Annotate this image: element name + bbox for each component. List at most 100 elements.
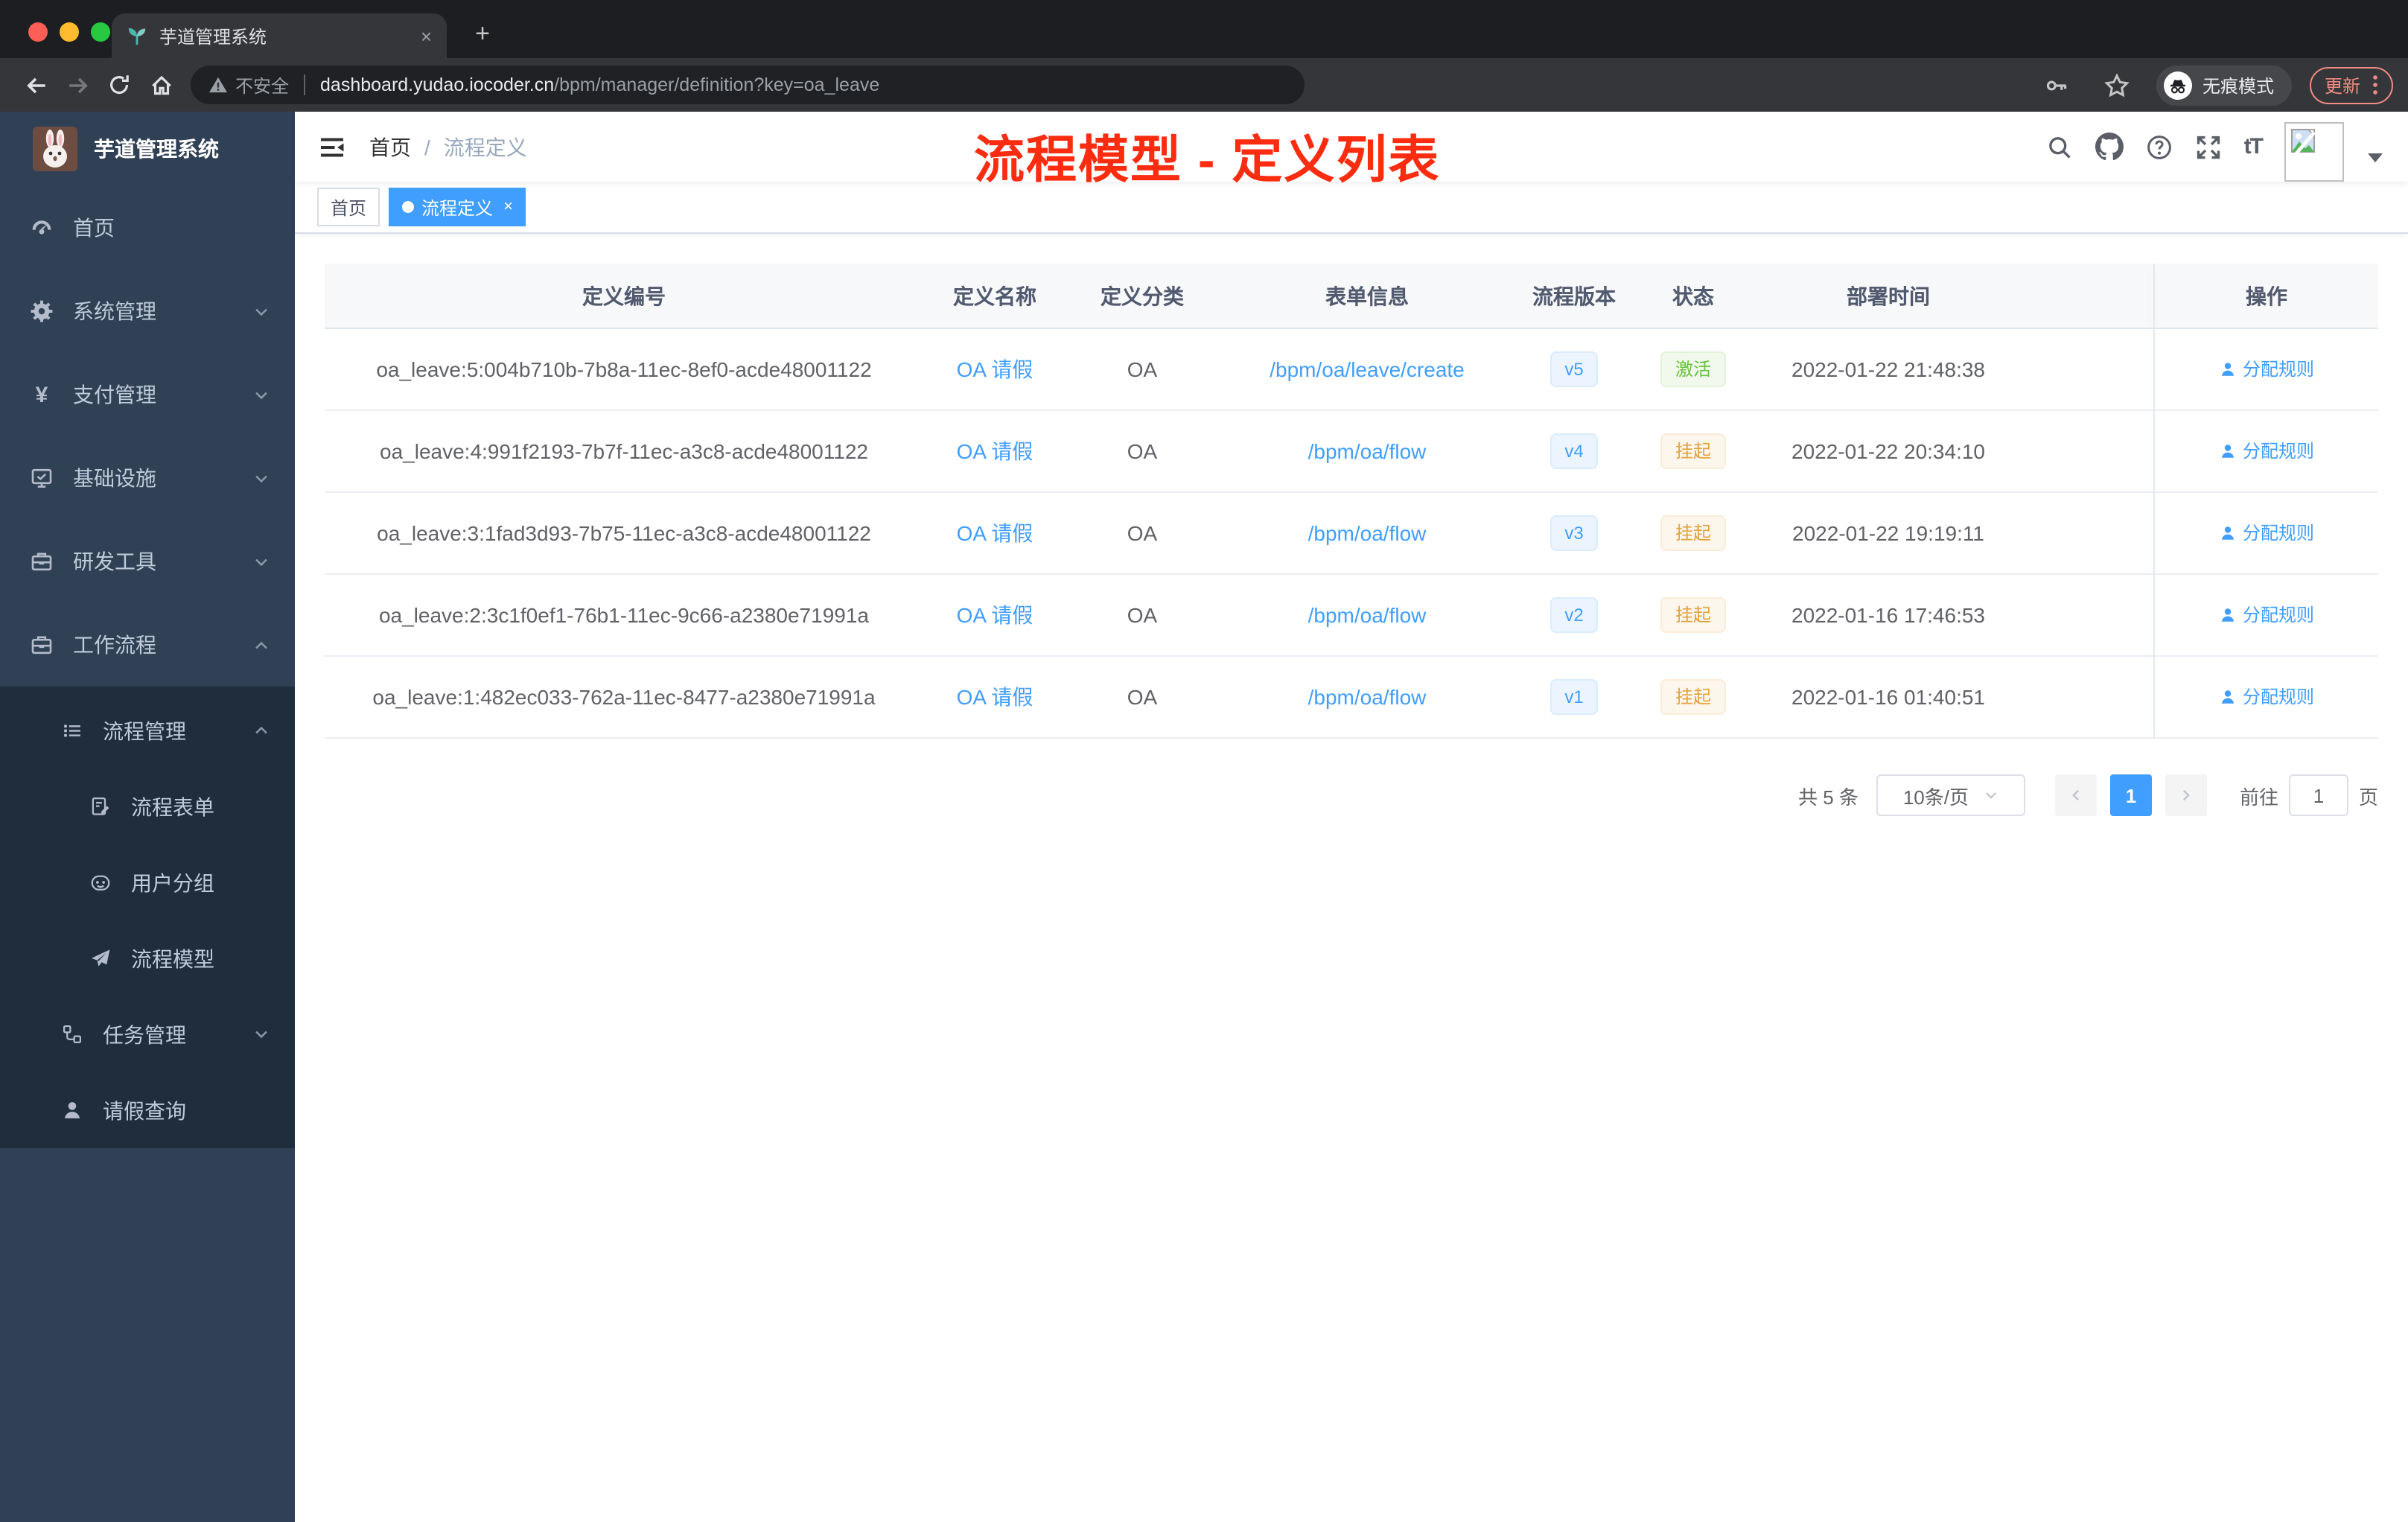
sidebar-item-system[interactable]: 系统管理 — [0, 270, 295, 353]
list-icon — [60, 719, 83, 742]
sidebar-item-workflow[interactable]: 工作流程 — [0, 603, 295, 687]
sidebar-item-task-management[interactable]: 任务管理 — [0, 996, 295, 1072]
forward-icon[interactable] — [57, 64, 98, 106]
broken-image-icon — [2291, 128, 2316, 154]
definition-name-link[interactable]: OA 请假 — [957, 521, 1033, 545]
definition-name-link[interactable]: OA 请假 — [957, 439, 1033, 463]
gear-icon — [30, 299, 54, 323]
sidebar-item-process-form[interactable]: 流程表单 — [0, 768, 295, 844]
form-icon — [88, 795, 112, 818]
page-1-button[interactable]: 1 — [2109, 774, 2152, 816]
search-icon[interactable] — [2046, 133, 2073, 160]
goto-label: 前往 — [2239, 786, 2278, 808]
form-link[interactable]: /bpm/oa/flow — [1308, 521, 1427, 545]
chevron-down-icon[interactable] — [2366, 151, 2384, 163]
version-tag: v2 — [1549, 597, 1599, 633]
version-tag: v1 — [1549, 679, 1599, 715]
definition-name-link[interactable]: OA 请假 — [957, 685, 1033, 709]
form-link[interactable]: /bpm/oa/flow — [1308, 685, 1427, 709]
reload-icon[interactable] — [98, 64, 140, 106]
sidebar-item-leave-query[interactable]: 请假查询 — [0, 1072, 295, 1148]
chevron-up-icon — [253, 637, 270, 653]
page-content: 定义编号 定义名称 定义分类 表单信息 流程版本 状态 部署时间 操作 oa_l… — [295, 234, 2408, 846]
deploy-time: 2022-01-16 01:40:51 — [1791, 685, 1985, 709]
tag-process-definition[interactable]: 流程定义 × — [389, 188, 526, 226]
next-page-button[interactable] — [2165, 774, 2207, 816]
main-area: 流程模型 - 定义列表 首页 / 流程定义 tT 首页 流程定义 × 定义编号 … — [295, 112, 2408, 1522]
sidebar-item-user-groups[interactable]: 用户分组 — [0, 844, 295, 920]
page-size-select[interactable]: 10条/页 — [1876, 774, 2025, 816]
url-host: dashboard.yudao.iocoder.cn — [320, 74, 555, 95]
sidebar-item-dev-tools[interactable]: 研发工具 — [0, 520, 295, 603]
col-header: 操作 — [2246, 284, 2287, 308]
traffic-lights — [28, 22, 110, 42]
sidebar-item-home[interactable]: 首页 — [0, 186, 295, 270]
annotation-title: 流程模型 - 定义列表 — [974, 133, 1441, 189]
github-icon[interactable] — [2095, 133, 2124, 161]
breadcrumb-separator: / — [424, 135, 430, 159]
assign-rule-link[interactable]: 分配规则 — [2219, 357, 2314, 382]
assign-rule-link[interactable]: 分配规则 — [2219, 602, 2314, 628]
sidebar-item-label: 流程表单 — [131, 795, 214, 818]
assign-rule-link[interactable]: 分配规则 — [2219, 520, 2314, 546]
definition-name-link[interactable]: OA 请假 — [957, 603, 1033, 627]
sidebar-item-payment[interactable]: ¥ 支付管理 — [0, 353, 295, 436]
bookmark-star-icon[interactable] — [2097, 64, 2138, 106]
tag-home[interactable]: 首页 — [317, 188, 380, 226]
sidebar-item-infrastructure[interactable]: 基础设施 — [0, 436, 295, 520]
chevron-up-icon — [253, 722, 270, 739]
app-logo-avatar — [33, 127, 77, 171]
col-header: 定义编号 — [582, 284, 666, 308]
password-key-icon[interactable] — [2037, 64, 2079, 106]
sidebar-item-label: 系统管理 — [73, 299, 156, 323]
tab-close-icon[interactable]: × — [421, 25, 432, 47]
font-size-icon[interactable]: tT — [2244, 134, 2264, 159]
kebab-menu-icon — [2373, 75, 2377, 95]
browser-toolbar: 不安全 dashboard.yudao.iocoder.cn/bpm/manag… — [0, 58, 2408, 112]
security-status[interactable]: 不安全 — [208, 72, 289, 98]
avatar[interactable] — [2284, 121, 2344, 181]
app-logo-row[interactable]: 芋道管理系统 — [0, 112, 295, 186]
close-window-button[interactable] — [28, 22, 48, 42]
home-icon[interactable] — [140, 64, 182, 106]
col-header: 定义名称 — [953, 284, 1036, 308]
tag-label: 首页 — [331, 197, 367, 218]
sidebar-item-process-model[interactable]: 流程模型 — [0, 920, 295, 996]
tag-close-icon[interactable]: × — [503, 198, 513, 216]
hamburger-icon[interactable] — [307, 121, 357, 172]
sidebar-item-process-management[interactable]: 流程管理 — [0, 692, 295, 768]
col-header: 状态 — [1672, 284, 1714, 308]
minimize-window-button[interactable] — [60, 22, 79, 42]
assign-rule-link[interactable]: 分配规则 — [2219, 684, 2314, 710]
definition-category: OA — [1127, 685, 1158, 709]
definition-category: OA — [1127, 603, 1158, 627]
form-link[interactable]: /bpm/oa/flow — [1308, 439, 1427, 463]
prev-page-button[interactable] — [2054, 774, 2097, 816]
page-size-value: 10条/页 — [1902, 786, 1969, 808]
sidebar: 芋道管理系统 首页 系统管理 ¥ 支付管理 基础设施 研发工具 工作流程 流程管… — [0, 112, 295, 1522]
definition-name-link[interactable]: OA 请假 — [957, 357, 1033, 381]
address-bar[interactable]: 不安全 dashboard.yudao.iocoder.cn/bpm/manag… — [191, 66, 1305, 104]
tag-label: 流程定义 — [421, 197, 494, 218]
zoom-window-button[interactable] — [91, 22, 110, 42]
form-link[interactable]: /bpm/oa/flow — [1308, 603, 1427, 627]
breadcrumb-home-link[interactable]: 首页 — [369, 132, 411, 162]
divider — [304, 74, 306, 95]
url-path: /bpm/manager/definition?key=oa_leave — [554, 74, 880, 95]
status-badge: 挂起 — [1660, 515, 1726, 551]
form-link[interactable]: /bpm/oa/leave/create — [1270, 357, 1465, 381]
definition-table: 定义编号 定义名称 定义分类 表单信息 流程版本 状态 部署时间 操作 oa_l… — [325, 264, 2378, 739]
new-tab-button[interactable]: + — [465, 16, 500, 52]
fullscreen-icon[interactable] — [2195, 133, 2222, 160]
assign-rule-link[interactable]: 分配规则 — [2219, 439, 2314, 464]
table-header-row: 定义编号 定义名称 定义分类 表单信息 流程版本 状态 部署时间 操作 — [325, 264, 2378, 329]
help-icon[interactable] — [2146, 133, 2173, 160]
browser-tab[interactable]: 芋道管理系统 × — [112, 13, 447, 58]
chevron-down-icon — [1985, 792, 1997, 799]
goto-page-input[interactable] — [2288, 774, 2348, 816]
sidebar-item-label: 用户分组 — [131, 870, 214, 894]
incognito-label: 无痕模式 — [2202, 75, 2274, 96]
user-icon — [2221, 444, 2235, 458]
back-icon[interactable] — [15, 64, 57, 106]
update-button[interactable]: 更新 — [2309, 66, 2393, 104]
